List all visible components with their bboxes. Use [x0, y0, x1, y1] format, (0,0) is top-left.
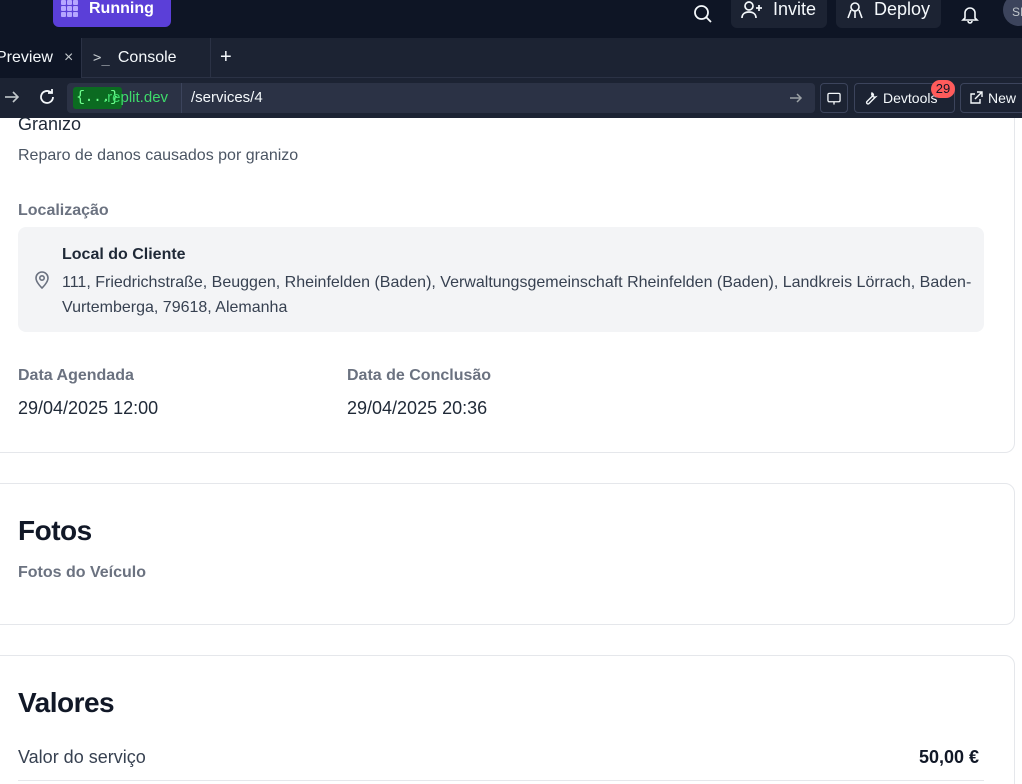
run-button[interactable]: Running [53, 0, 171, 27]
deploy-button[interactable]: Deploy [836, 0, 942, 28]
photos-subtitle: Fotos do Veículo [18, 564, 147, 581]
device-toggle-button[interactable] [820, 83, 848, 113]
invite-label: Invite [773, 0, 817, 19]
close-icon[interactable]: × [64, 49, 73, 67]
tab-label: Preview [0, 49, 53, 66]
forward-icon[interactable] [4, 88, 20, 111]
scheduled-date-value: 29/04/2025 12:00 [18, 398, 159, 418]
reload-icon[interactable] [37, 87, 57, 112]
location-title: Local do Cliente [62, 246, 186, 263]
tab-label: Console [117, 49, 177, 66]
location-box: Local do Cliente 111, Friedrichstraße, B… [18, 227, 984, 332]
search-icon[interactable] [693, 0, 713, 28]
add-user-icon [741, 1, 762, 19]
devtools-label: Devtools [883, 90, 938, 106]
run-label: Running [89, 0, 154, 17]
location-label: Localização [18, 202, 109, 219]
tab-bar: Preview × >_ Console + [0, 38, 1022, 78]
photos-title: Fotos [18, 515, 92, 546]
scheduled-date-label: Data Agendada [18, 367, 134, 384]
deploy-label: Deploy [874, 0, 931, 19]
values-card [0, 655, 1015, 784]
tab-console[interactable]: >_ Console [86, 38, 211, 78]
external-link-icon [970, 91, 983, 104]
location-address: 111, Friedrichstraße, Beuggen, Rheinfeld… [62, 274, 972, 316]
workspace-header: Running Invite Deploy SI [0, 0, 1022, 38]
run-icon [61, 0, 79, 18]
tab-preview[interactable]: Preview × [0, 38, 82, 78]
service-value-amount: 50,00 € [919, 747, 980, 767]
go-arrow-icon[interactable] [789, 90, 803, 111]
bell-icon[interactable] [960, 0, 980, 28]
url-divider [181, 83, 182, 113]
monitor-icon [827, 92, 841, 105]
url-input[interactable]: {...} .replit.dev /services/4 [67, 83, 815, 113]
divider [18, 780, 984, 781]
service-value-label: Valor do serviço [18, 747, 146, 767]
url-domain: .replit.dev [103, 89, 169, 106]
values-title: Valores [18, 687, 115, 718]
new-tab-label: New [988, 90, 1017, 106]
invite-button[interactable]: Invite [731, 0, 828, 28]
url-bar: {...} .replit.dev /services/4 Devtools N… [0, 78, 1022, 118]
map-pin-icon [34, 271, 50, 294]
avatar[interactable]: SI [1003, 0, 1022, 26]
service-name: Granizo [18, 118, 82, 134]
deploy-icon [847, 2, 863, 19]
new-tab-button[interactable]: New [960, 83, 1022, 113]
completion-date-value: 29/04/2025 20:36 [347, 398, 488, 418]
preview-page: Granizo Reparo de danos causados por gra… [0, 118, 1022, 784]
wrench-icon [865, 91, 878, 105]
completion-date-label: Data de Conclusão [347, 367, 492, 384]
devtools-badge: 29 [931, 80, 955, 98]
url-path[interactable]: /services/4 [191, 87, 263, 109]
add-tab-icon[interactable]: + [220, 46, 232, 69]
service-description: Reparo de danos causados por granizo [18, 147, 299, 164]
terminal-icon: >_ [93, 50, 110, 66]
photos-card [0, 483, 1015, 625]
